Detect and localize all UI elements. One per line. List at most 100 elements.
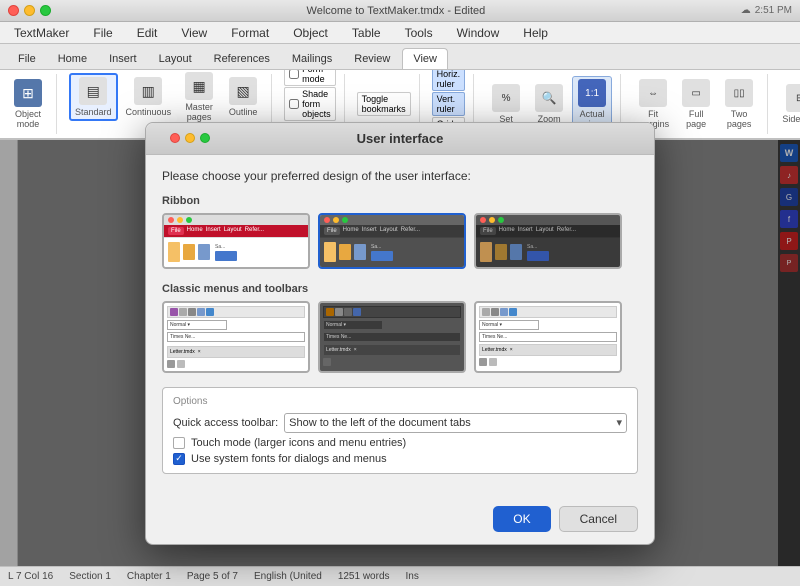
standard-view-button[interactable]: ▤ Standard — [69, 73, 118, 121]
full-page-button[interactable]: ▭ Full page — [676, 77, 716, 131]
window-controls[interactable] — [8, 5, 51, 16]
menu-view[interactable]: View — [175, 24, 213, 42]
cp2-icon1 — [326, 308, 334, 316]
horiz-ruler-button[interactable]: Horiz. ruler — [432, 70, 466, 91]
status-bar: L 7 Col 16 Section 1 Chapter 1 Page 5 of… — [0, 566, 800, 586]
classic-preview-dark[interactable]: Normal ▾ Times Ne... Letter.tmdx × — [318, 301, 466, 373]
master-pages-button[interactable]: ▦ Masterpages — [179, 70, 219, 124]
shade-form-label: Shade form objects — [302, 89, 331, 119]
ins-mode: Ins — [406, 571, 419, 582]
two-pages-icon: ▯▯ — [725, 79, 753, 107]
tab-layout[interactable]: Layout — [149, 49, 202, 69]
cp1-icon5 — [206, 308, 214, 316]
tab-view[interactable]: View — [402, 48, 448, 69]
cp2-icon2 — [335, 308, 343, 316]
master-icon: ▦ — [185, 72, 213, 100]
cp3-doc-tab: Letter.tmdx × — [479, 344, 617, 356]
preview2-icon3 — [354, 244, 366, 260]
quick-access-dropdown[interactable]: Show to the left of the document tabs ▾ — [284, 413, 627, 433]
vert-ruler-button[interactable]: Vert. ruler — [432, 92, 466, 116]
quick-access-value: Show to the left of the document tabs — [289, 417, 471, 429]
menu-table[interactable]: Table — [346, 24, 387, 42]
cp3-dropdown1: Normal ▾ — [479, 320, 539, 330]
classic-previews: Normal ▾ Times Ne... Letter.tmdx × — [162, 301, 638, 373]
form-mode-checkbox[interactable] — [289, 70, 299, 79]
tab-references[interactable]: References — [204, 49, 280, 69]
cp1-row2: Times Ne... — [167, 332, 305, 344]
continuous-view-button[interactable]: ▥ Continuous — [122, 75, 176, 119]
cp3-icon6 — [489, 358, 497, 366]
object-mode-button[interactable]: ⊞ Objectmode — [8, 77, 48, 131]
outline-button[interactable]: ▧ Outline — [223, 75, 263, 119]
close-button[interactable] — [8, 5, 19, 16]
modal-cancel-button[interactable]: Cancel — [559, 506, 638, 532]
modal-ok-button[interactable]: OK — [493, 506, 550, 532]
classic-preview2-inner: Normal ▾ Times Ne... Letter.tmdx × — [320, 303, 464, 369]
cp1-dropdown2: Times Ne... — [167, 332, 305, 342]
preview1-icon3 — [198, 244, 210, 260]
language-info: English (United — [254, 571, 322, 582]
cp1-toolbar2 — [167, 360, 305, 368]
classic-preview-light[interactable]: Normal ▾ Times Ne... Letter.tmdx × — [162, 301, 310, 373]
preview2-tabs: File Home Insert Layout Refer... — [320, 225, 464, 237]
tab-review[interactable]: Review — [344, 49, 400, 69]
object-mode-icon: ⊞ — [14, 79, 42, 107]
classic-preview-light2[interactable]: Normal ▾ Times Ne... Letter.tmdx × — [474, 301, 622, 373]
sidebars-label: Sidebars — [782, 114, 800, 124]
dropdown-arrow-icon: ▾ — [616, 416, 622, 429]
sidebars-button[interactable]: ⊟ Sidebars — [780, 82, 800, 126]
tab-mailings[interactable]: Mailings — [282, 49, 342, 69]
standard-label: Standard — [75, 107, 112, 117]
set-icon: % — [492, 84, 520, 112]
modal-description: Please choose your preferred design of t… — [162, 169, 638, 183]
window-title: Welcome to TextMaker.tmdx - Edited — [51, 5, 741, 17]
tab-file[interactable]: File — [8, 49, 46, 69]
minimize-button[interactable] — [24, 5, 35, 16]
classic-toolbar3 — [479, 306, 617, 318]
modal-close-button[interactable] — [170, 133, 180, 143]
object-mode-label: Objectmode — [15, 109, 41, 129]
menu-format[interactable]: Format — [225, 24, 275, 42]
menu-file[interactable]: File — [87, 24, 118, 42]
set-button[interactable]: % Set — [486, 82, 526, 126]
modal-minimize-button[interactable] — [185, 133, 195, 143]
preview3-right: Sa... — [527, 244, 549, 261]
form-mode-button[interactable]: Form mode — [284, 70, 336, 86]
menu-bar: TextMaker File Edit View Format Object T… — [0, 22, 800, 44]
vert-ruler-label: Vert. ruler — [437, 94, 461, 114]
app-body: TextMaker File Edit View Format Object T… — [0, 22, 800, 586]
sidebars-icon: ⊟ — [786, 84, 800, 112]
two-pages-button[interactable]: ▯▯ Two pages — [719, 77, 759, 131]
menu-edit[interactable]: Edit — [131, 24, 164, 42]
ribbon-preview-dark[interactable]: File Home Insert Layout Refer... — [318, 213, 466, 269]
ribbon-previews: File Home Insert Layout Refer... — [162, 213, 638, 269]
classic-preview1-inner: Normal ▾ Times Ne... Letter.tmdx × — [164, 303, 308, 371]
touch-mode-checkbox[interactable] — [173, 437, 185, 449]
ribbon-preview-light[interactable]: File Home Insert Layout Refer... — [162, 213, 310, 269]
horiz-ruler-label: Horiz. ruler — [437, 70, 461, 89]
menu-object[interactable]: Object — [287, 24, 334, 42]
continuous-label: Continuous — [126, 107, 172, 117]
shade-form-button[interactable]: Shade form objects — [284, 87, 336, 121]
modal-maximize-button[interactable] — [200, 133, 210, 143]
full-page-icon: ▭ — [682, 79, 710, 107]
classic-toolbar1 — [167, 306, 305, 318]
shade-form-checkbox[interactable] — [289, 99, 299, 109]
cp2-icon6 — [333, 358, 341, 366]
cp1-icon4 — [197, 308, 205, 316]
toggle-bookmarks-button[interactable]: Toggle bookmarks — [357, 92, 411, 116]
cloud-icon: ☁ — [741, 5, 751, 16]
modal-window-controls[interactable] — [170, 133, 210, 143]
maximize-button[interactable] — [40, 5, 51, 16]
menu-tools[interactable]: Tools — [399, 24, 439, 42]
cp3-icon3 — [500, 308, 508, 316]
ribbon-preview-very-dark[interactable]: File Home Insert Layout Refer... — [474, 213, 622, 269]
cp2-icon5 — [323, 358, 331, 366]
tab-insert[interactable]: Insert — [99, 49, 147, 69]
zoom-button[interactable]: 🔍 Zoom — [529, 82, 569, 126]
tab-home[interactable]: Home — [48, 49, 97, 69]
system-fonts-checkbox[interactable] — [173, 453, 185, 465]
menu-textmaker[interactable]: TextMaker — [8, 24, 75, 42]
menu-help[interactable]: Help — [517, 24, 554, 42]
menu-window[interactable]: Window — [451, 24, 506, 42]
